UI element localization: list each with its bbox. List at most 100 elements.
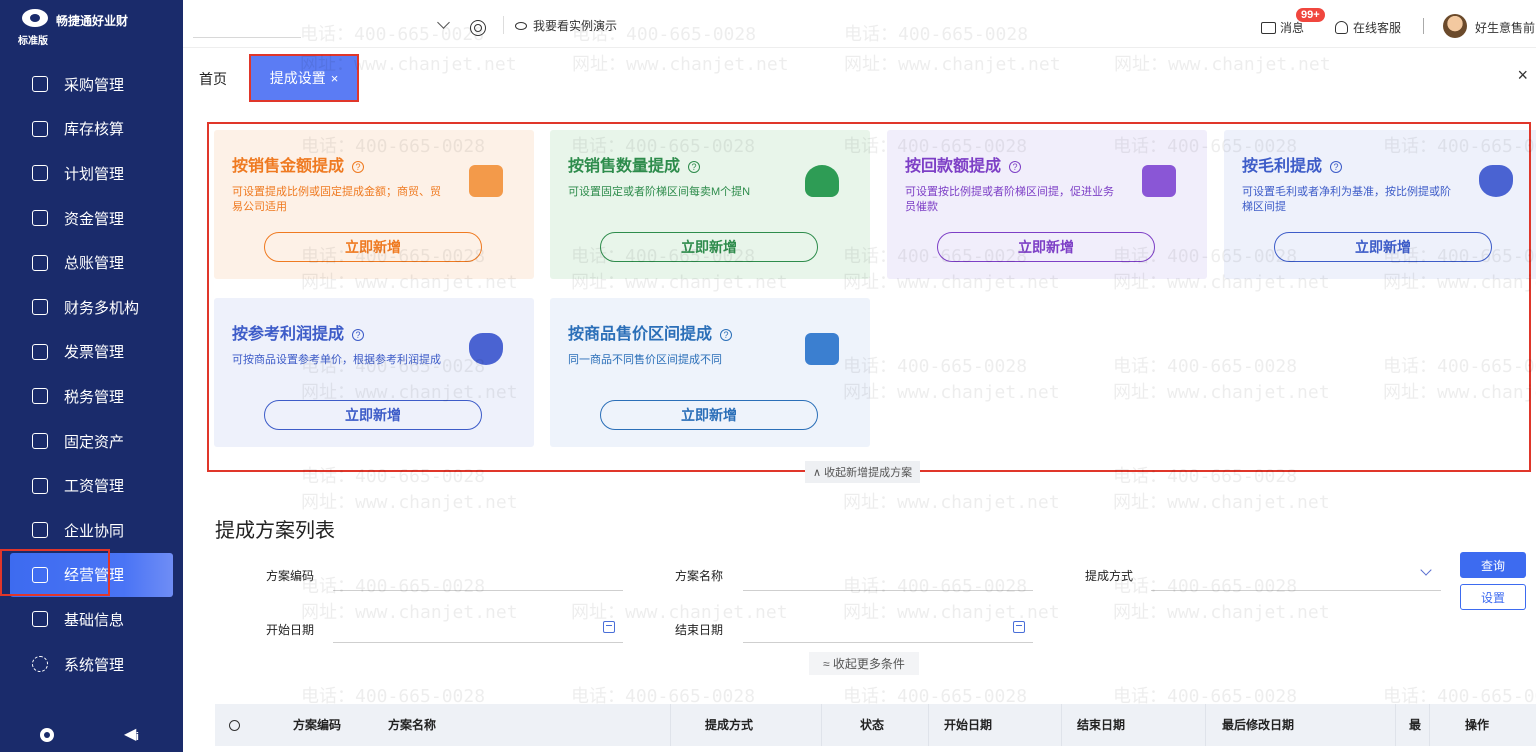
sidebar-item-funds[interactable]: 资金管理 — [0, 196, 183, 241]
filter-code-input[interactable] — [333, 590, 623, 591]
filter-method-select[interactable] — [1151, 590, 1441, 591]
sidebar-item-inventory[interactable]: 库存核算 — [0, 107, 183, 152]
th-status[interactable]: 状态 — [860, 704, 884, 746]
user-name[interactable]: 好生意售前 — [1475, 19, 1535, 36]
wallet-icon — [469, 165, 503, 197]
th-name[interactable]: 方案名称 — [388, 704, 436, 746]
settings-icon[interactable] — [229, 720, 240, 732]
watermark: 电话：400-665-0028 — [843, 356, 1028, 377]
filter-start-input[interactable] — [333, 642, 623, 643]
add-reference-profit-button[interactable]: 立即新增 — [264, 400, 482, 430]
tax-icon — [32, 388, 48, 405]
divider — [1423, 18, 1424, 34]
query-button[interactable]: 查询 — [1460, 552, 1526, 578]
help-icon[interactable]: ? — [352, 328, 365, 341]
sidebar-footer: ◀ᵢ — [0, 716, 183, 752]
sidebar-item-payroll[interactable]: 工资管理 — [0, 463, 183, 508]
calendar-icon[interactable] — [603, 621, 615, 633]
card-title: 按销售金额提成? — [232, 152, 365, 176]
chart-money-icon — [469, 333, 503, 365]
card-title: 按毛利提成? — [1242, 152, 1343, 176]
column-divider — [1061, 704, 1062, 746]
add-price-range-button[interactable]: 立即新增 — [600, 400, 818, 430]
column-settings[interactable] — [229, 704, 240, 746]
help-icon[interactable]: ? — [688, 160, 701, 173]
sidebar-item-label: 财务多机构 — [64, 299, 140, 317]
online-service-button[interactable]: 在线客服 — [1335, 19, 1401, 36]
sidebar-item-assets[interactable]: 固定资产 — [0, 419, 183, 464]
headset-icon — [1335, 21, 1348, 34]
column-divider — [821, 704, 822, 746]
collapse-new-plan-button[interactable]: ∧ 收起新增提成方案 — [805, 461, 921, 483]
filter-start-label: 开始日期 — [266, 623, 315, 637]
watermark: 网址：www.chanjet.net — [301, 602, 518, 623]
th-method[interactable]: 提成方式 — [705, 704, 753, 746]
eye-icon — [515, 21, 527, 30]
tab-home[interactable]: 首页 — [199, 69, 227, 89]
th-last[interactable]: 最 — [1409, 704, 1421, 746]
watermark: 网址：www.chanjet.net — [843, 382, 1060, 403]
th-actions[interactable]: 操作 — [1465, 704, 1489, 746]
sidebar-item-ledger[interactable]: 总账管理 — [0, 240, 183, 285]
settings-icon[interactable] — [470, 20, 486, 36]
card-sales-amount: 按销售金额提成? 可设置提成比例或固定提成金额；商贸、贸易公司适用 立即新增 — [214, 130, 534, 279]
collapse-sidebar-icon[interactable]: ◀ᵢ — [124, 724, 139, 744]
filter-end-input[interactable] — [743, 642, 1033, 643]
close-icon[interactable]: × — [331, 71, 339, 86]
sidebar-item-label: 资金管理 — [64, 210, 125, 228]
add-sales-amount-button[interactable]: 立即新增 — [264, 232, 482, 262]
card-gross-profit: 按毛利提成? 可设置毛利或者净利为基准，按比例提或阶梯区间提 立即新增 — [1224, 130, 1536, 279]
calendar-money-icon — [1142, 165, 1176, 197]
watermark: 网址：www.chanjet.net — [1113, 492, 1330, 513]
service-label: 在线客服 — [1353, 21, 1402, 35]
sidebar-item-system[interactable]: 系统管理 — [0, 642, 183, 687]
chevron-down-icon[interactable] — [1420, 564, 1432, 576]
tab-commission-settings[interactable]: 提成设置 × — [249, 54, 359, 102]
add-sales-quantity-button[interactable]: 立即新增 — [600, 232, 818, 262]
topbar: 我要看实例演示 消息 99+ 在线客服 好生意售前 — [183, 0, 1536, 48]
main-content: 按销售金额提成? 可设置提成比例或固定提成金额；商贸、贸易公司适用 立即新增 按… — [183, 106, 1536, 752]
filter-code-label: 方案编码 — [266, 569, 315, 583]
add-collection-button[interactable]: 立即新增 — [937, 232, 1155, 262]
watermark: 电话：400-665-0028 — [1383, 356, 1536, 377]
card-title: 按回款额提成? — [905, 152, 1022, 176]
settings-button[interactable]: 设置 — [1460, 584, 1526, 610]
card-desc: 可设置提成比例或固定提成金额；商贸、贸易公司适用 — [232, 186, 441, 213]
collapse-more-conditions-button[interactable]: ≈ 收起更多条件 — [809, 652, 919, 675]
chevron-down-icon[interactable] — [437, 16, 450, 29]
help-icon[interactable]: ? — [1330, 160, 1343, 173]
help-icon[interactable]: ? — [1009, 160, 1022, 173]
watermark: 网址：www.chanjet.net — [843, 602, 1060, 623]
calendar-icon[interactable] — [1013, 621, 1025, 633]
card-desc: 可设置固定或者阶梯区间每卖M个提N — [568, 186, 751, 198]
watermark: 电话：400-665-0028 — [1113, 576, 1298, 597]
demo-label: 我要看实例演示 — [533, 19, 618, 33]
th-code[interactable]: 方案编码 — [293, 704, 341, 746]
sidebar-item-multi-org[interactable]: 财务多机构 — [0, 285, 183, 330]
demo-link[interactable]: 我要看实例演示 — [515, 17, 617, 34]
sidebar-item-label: 计划管理 — [64, 165, 125, 183]
help-icon[interactable]: ? — [720, 328, 733, 341]
card-reference-profit: 按参考利润提成? 可按商品设置参考单价，根据参考利润提成 立即新增 — [214, 298, 534, 447]
sidebar-item-invoice[interactable]: 发票管理 — [0, 330, 183, 375]
sidebar-item-tax[interactable]: 税务管理 — [0, 374, 183, 419]
sidebar-item-purchase[interactable]: 采购管理 — [0, 62, 183, 107]
sidebar: 畅捷通好业财 标准版 采购管理 库存核算 计划管理 资金管理 总账管理 财务多机… — [0, 0, 183, 752]
help-icon[interactable]: ? — [352, 160, 365, 173]
messages-button[interactable]: 消息 — [1261, 19, 1304, 36]
th-start[interactable]: 开始日期 — [944, 704, 992, 746]
sidebar-item-collab[interactable]: 企业协同 — [0, 508, 183, 553]
account-select[interactable] — [193, 10, 301, 38]
sidebar-item-basic-info[interactable]: 基础信息 — [0, 597, 183, 642]
filter-name-input[interactable] — [743, 590, 1033, 591]
gear-icon[interactable] — [40, 728, 54, 742]
close-all-tabs-icon[interactable]: × — [1517, 65, 1528, 86]
sidebar-item-plan[interactable]: 计划管理 — [0, 151, 183, 196]
divider — [503, 16, 504, 34]
avatar[interactable] — [1443, 14, 1467, 38]
sidebar-item-label: 基础信息 — [64, 611, 125, 629]
add-gross-profit-button[interactable]: 立即新增 — [1274, 232, 1492, 262]
sidebar-item-operations[interactable]: 经营管理 — [0, 548, 173, 598]
th-modified[interactable]: 最后修改日期 — [1222, 704, 1294, 746]
th-end[interactable]: 结束日期 — [1077, 704, 1125, 746]
